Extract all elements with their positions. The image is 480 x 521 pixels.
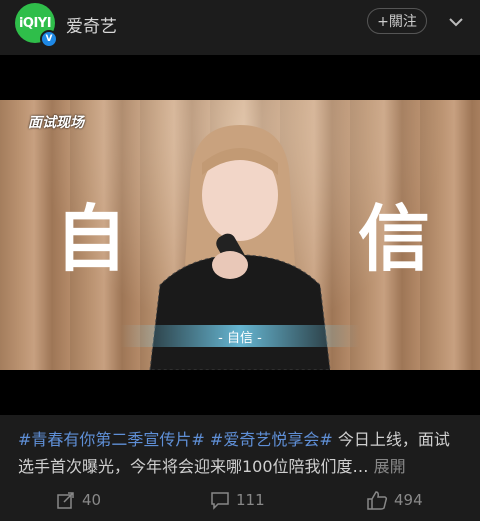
follow-button[interactable]: +關注 (367, 8, 427, 34)
comment-count: 111 (236, 491, 265, 509)
like-count: 494 (394, 491, 423, 509)
corner-tag: 面试现场 (28, 115, 84, 131)
share-button[interactable]: 40 (56, 490, 101, 510)
logo-text: iQIYI (18, 15, 52, 31)
share-icon (57, 492, 74, 509)
subtitle-text: - 自信 - (218, 330, 262, 346)
expand-link[interactable]: 展開 (374, 457, 406, 476)
hashtag-link[interactable]: #青春有你第二季宣传片# (18, 430, 205, 449)
video-player[interactable]: 面试现场 自 信 - 自信 - (0, 55, 480, 415)
comment-button[interactable]: 111 (210, 490, 265, 510)
video-frame: 面试现场 自 信 - 自信 - (0, 100, 480, 370)
chevron-down-icon[interactable] (446, 12, 466, 32)
comment-icon (211, 492, 229, 510)
hashtag-link[interactable]: #爱奇艺悦享会# (210, 430, 333, 449)
big-char-right: 信 (358, 197, 431, 281)
post-header: iQIYI V 爱奇艺 +關注 (0, 0, 480, 50)
subtitle-bar: - 自信 - (120, 325, 360, 347)
action-bar: 40 111 494 (0, 482, 480, 520)
big-char-left: 自 (55, 197, 128, 281)
post-caption: #青春有你第二季宣传片# #爱奇艺悦享会# 今日上线，面试选手首次曝光，今年将会… (18, 426, 462, 480)
thumbs-up-icon (367, 491, 388, 510)
verified-badge-icon: V (40, 30, 58, 48)
account-name[interactable]: 爱奇艺 (66, 12, 117, 37)
share-count: 40 (82, 491, 102, 509)
like-button[interactable]: 494 (366, 490, 423, 510)
